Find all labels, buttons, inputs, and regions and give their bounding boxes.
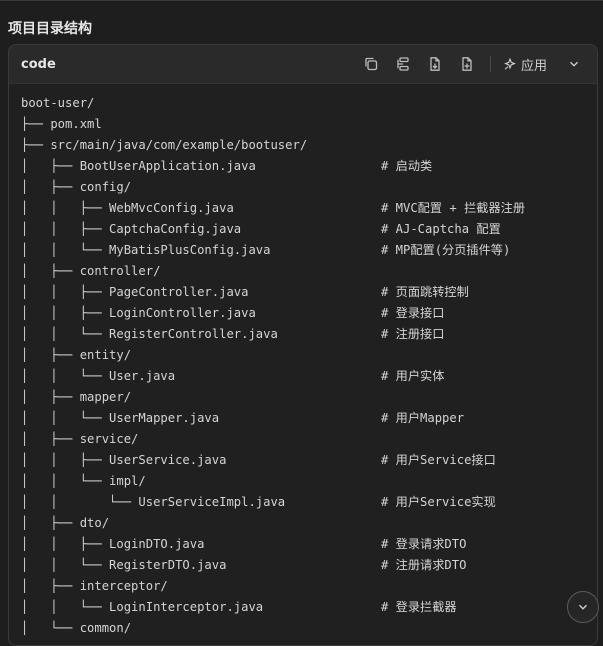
code-comment: # 注册接口 bbox=[381, 327, 445, 341]
code-text: │ │ ├── UserService.java bbox=[21, 453, 227, 467]
code-comment: # AJ-Captcha 配置 bbox=[381, 222, 501, 236]
format-icon[interactable] bbox=[392, 53, 414, 75]
code-text: │ │ └── User.java bbox=[21, 369, 176, 383]
code-line: boot-user/ bbox=[21, 93, 597, 114]
code-line: │ ├── config/ bbox=[21, 177, 597, 198]
code-block: code 应用 boot-user/ ├── pom.xml ├── src/m… bbox=[8, 44, 598, 646]
code-comment: # MVC配置 + 拦截器注册 bbox=[381, 201, 526, 215]
code-line: │ ├── entity/ bbox=[21, 345, 597, 366]
code-comment: # MP配置(分页插件等) bbox=[381, 243, 511, 257]
section-heading: 项目目录结构 bbox=[8, 21, 92, 37]
top-divider bbox=[0, 0, 603, 1]
code-text: │ │ ├── WebMvcConfig.java bbox=[21, 201, 234, 215]
code-line: │ ├── BootUserApplication.java # 启动类 bbox=[21, 156, 597, 177]
chevron-down-icon bbox=[579, 604, 587, 610]
code-line: │ ├── controller/ bbox=[21, 261, 597, 282]
copy-icon[interactable] bbox=[360, 53, 382, 75]
new-file-icon[interactable] bbox=[456, 53, 478, 75]
apply-button-label: 应用 bbox=[520, 58, 547, 74]
code-text: │ ├── dto/ bbox=[21, 516, 110, 530]
code-comment: # 用户Mapper bbox=[381, 411, 465, 425]
code-text: │ │ └── UserServiceImpl.java bbox=[21, 495, 286, 509]
code-block-header: code 应用 bbox=[9, 45, 597, 84]
code-text: │ │ └── impl/ bbox=[21, 474, 146, 488]
code-line: │ │ ├── PageController.java # 页面跳转控制 bbox=[21, 282, 597, 303]
code-text: ├── pom.xml bbox=[21, 117, 102, 131]
code-text: │ │ └── MyBatisPlusConfig.java bbox=[21, 243, 271, 257]
code-line: │ ├── interceptor/ bbox=[21, 576, 597, 597]
code-language-label: code bbox=[21, 56, 56, 72]
code-line: │ ├── dto/ bbox=[21, 513, 597, 534]
code-text: │ ├── BootUserApplication.java bbox=[21, 159, 256, 173]
code-line: │ │ └── RegisterController.java # 注册接口 bbox=[21, 324, 597, 345]
code-comment: # 登录接口 bbox=[381, 306, 445, 320]
code-line: │ │ └── RegisterDTO.java # 注册请求DTO bbox=[21, 555, 597, 576]
apply-button[interactable]: 应用 bbox=[503, 55, 547, 74]
code-text: │ ├── entity/ bbox=[21, 348, 132, 362]
code-text: │ │ └── RegisterController.java bbox=[21, 327, 278, 341]
insert-file-icon[interactable] bbox=[424, 53, 446, 75]
code-comment: # 用户Service实现 bbox=[381, 495, 496, 509]
code-text: │ │ ├── LoginDTO.java bbox=[21, 537, 205, 551]
code-text: │ └── common/ bbox=[21, 621, 132, 635]
code-text: ├── src/main/java/com/example/bootuser/ bbox=[21, 138, 308, 152]
code-text: │ ├── service/ bbox=[21, 432, 139, 446]
code-text: │ ├── controller/ bbox=[21, 264, 161, 278]
code-text: boot-user/ bbox=[21, 96, 95, 110]
code-text: │ │ ├── CaptchaConfig.java bbox=[21, 222, 242, 236]
code-content: boot-user/ ├── pom.xml ├── src/main/java/c… bbox=[9, 84, 597, 639]
code-comment: # 页面跳转控制 bbox=[381, 285, 469, 299]
code-toolbar: 应用 bbox=[360, 53, 585, 75]
code-line: │ │ ├── UserService.java # 用户Service接口 bbox=[21, 450, 597, 471]
code-text: │ │ ├── LoginController.java bbox=[21, 306, 256, 320]
code-text: │ │ └── RegisterDTO.java bbox=[21, 558, 227, 572]
code-line: │ │ └── UserServiceImpl.java # 用户Service实… bbox=[21, 492, 597, 513]
scroll-down-button[interactable] bbox=[567, 591, 599, 623]
code-text: │ │ └── LoginInterceptor.java bbox=[21, 600, 264, 614]
code-comment: # 登录拦截器 bbox=[381, 600, 457, 614]
code-line: ├── src/main/java/com/example/bootuser/ bbox=[21, 135, 597, 156]
chevron-down-icon[interactable] bbox=[563, 53, 585, 75]
code-line: │ │ └── LoginInterceptor.java # 登录拦截器 bbox=[21, 597, 597, 618]
toolbar-separator bbox=[489, 56, 491, 72]
code-line: │ │ ├── LoginDTO.java # 登录请求DTO bbox=[21, 534, 597, 555]
code-comment: # 登录请求DTO bbox=[381, 537, 467, 551]
code-text: │ ├── mapper/ bbox=[21, 390, 132, 404]
code-line: │ └── common/ bbox=[21, 618, 597, 639]
code-text: │ │ ├── PageController.java bbox=[21, 285, 249, 299]
code-line: │ │ ├── CaptchaConfig.java # AJ-Captcha 配… bbox=[21, 219, 597, 240]
code-text: │ │ └── UserMapper.java bbox=[21, 411, 220, 425]
code-line: ├── pom.xml bbox=[21, 114, 597, 135]
code-line: │ │ ├── LoginController.java # 登录接口 bbox=[21, 303, 597, 324]
code-text: │ ├── config/ bbox=[21, 180, 132, 194]
code-comment: # 注册请求DTO bbox=[381, 558, 467, 572]
sparkle-icon bbox=[504, 57, 516, 70]
code-line: │ │ └── User.java # 用户实体 bbox=[21, 366, 597, 387]
code-line: │ │ └── impl/ bbox=[21, 471, 597, 492]
code-comment: # 用户实体 bbox=[381, 369, 445, 383]
code-line: │ │ ├── WebMvcConfig.java # MVC配置 + 拦截器注册 bbox=[21, 198, 597, 219]
code-comment: # 用户Service接口 bbox=[381, 453, 496, 467]
code-line: │ ├── mapper/ bbox=[21, 387, 597, 408]
code-line: │ ├── service/ bbox=[21, 429, 597, 450]
code-comment: # 启动类 bbox=[381, 159, 433, 173]
code-line: │ │ └── UserMapper.java # 用户Mapper bbox=[21, 408, 597, 429]
code-text: │ ├── interceptor/ bbox=[21, 579, 168, 593]
code-line: │ │ └── MyBatisPlusConfig.java # MP配置(分页插… bbox=[21, 240, 597, 261]
